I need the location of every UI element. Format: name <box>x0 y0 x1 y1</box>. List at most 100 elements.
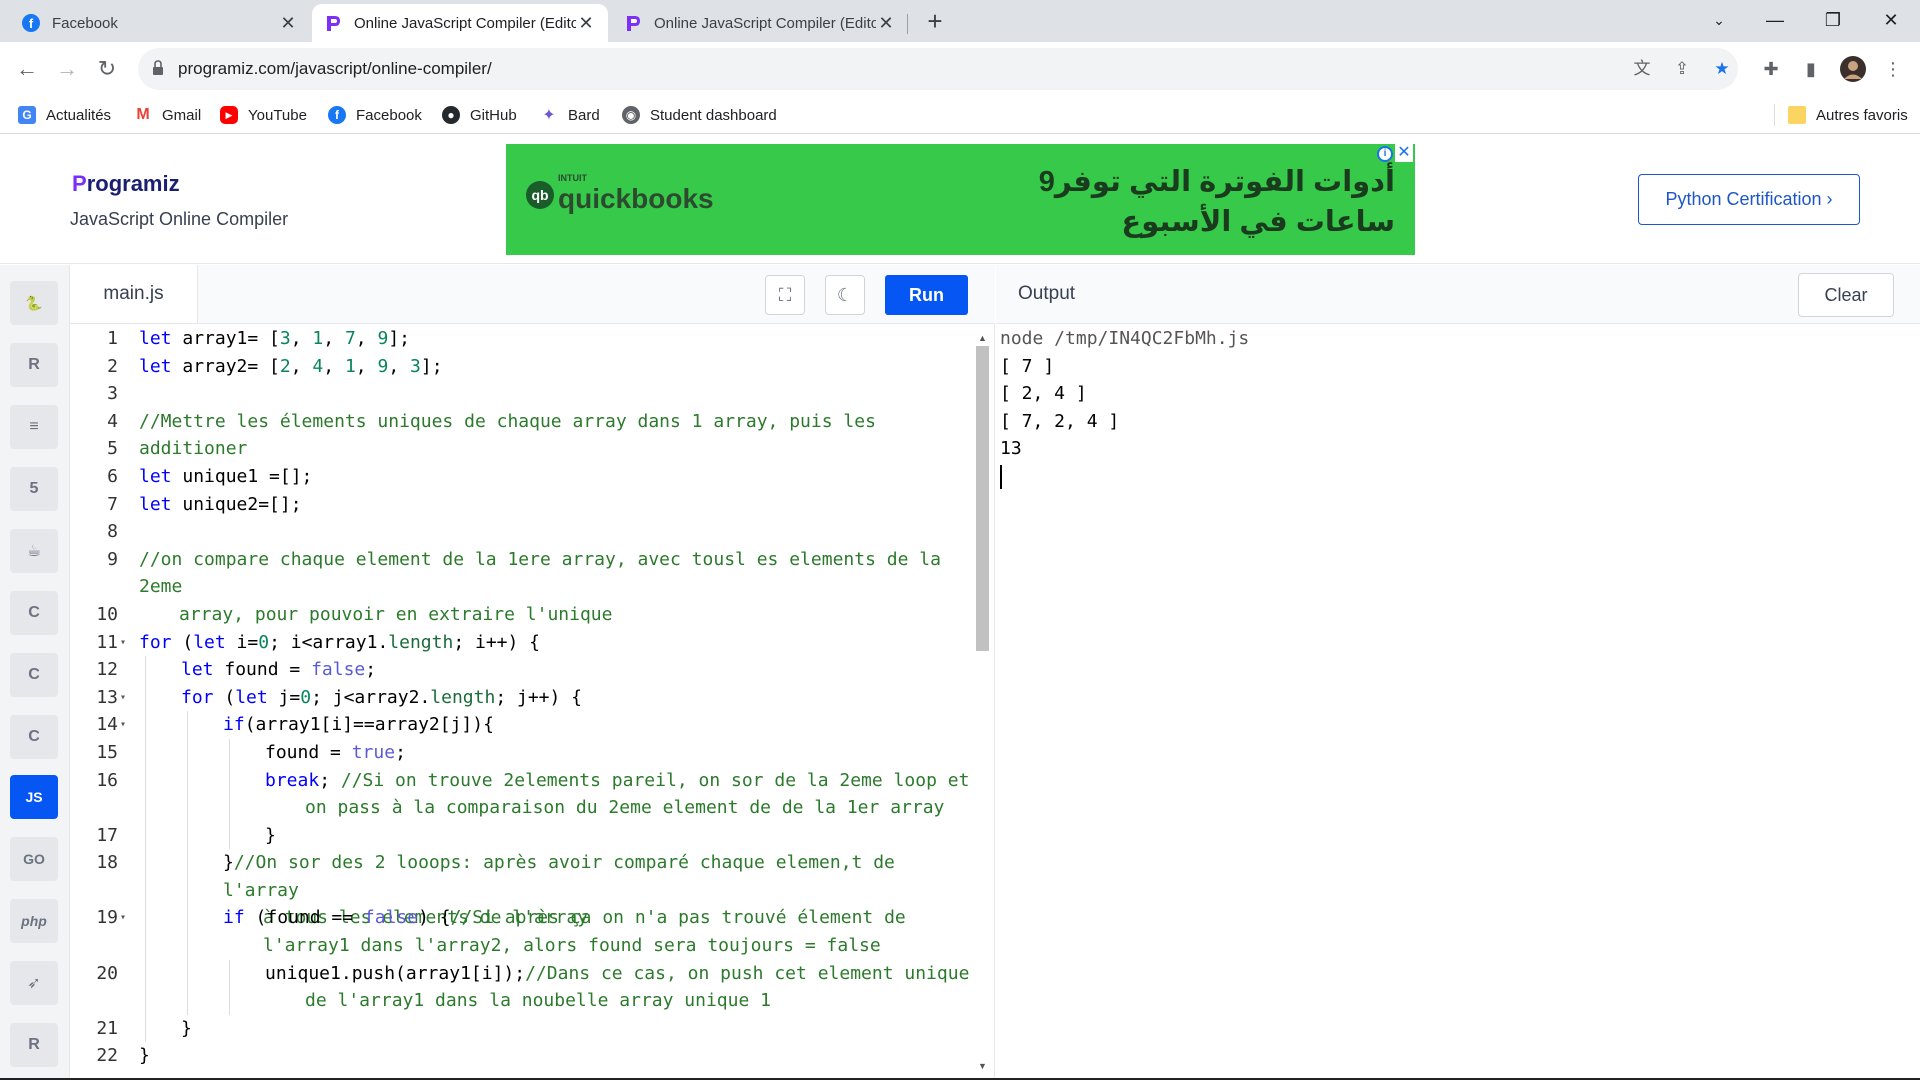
line-number: 2 <box>107 355 118 377</box>
go-icon[interactable]: GO <box>10 837 58 881</box>
line-number: 6 <box>107 465 118 487</box>
facebook-icon: f <box>328 106 346 124</box>
tab-title: Facebook <box>52 14 118 32</box>
bookmark-star-icon[interactable]: ★ <box>1710 57 1734 81</box>
bookmarks-bar: G Actualités M Gmail ▶ YouTube f Faceboo… <box>0 96 1920 134</box>
quickbooks-icon: qb <box>526 180 554 209</box>
reload-icon[interactable]: ↻ <box>92 54 122 84</box>
code-line: 8 <box>70 518 980 546</box>
php-icon[interactable]: php <box>10 899 58 943</box>
bookmark-github[interactable]: ● GitHub <box>442 104 517 126</box>
close-window-button[interactable]: ✕ <box>1864 0 1918 40</box>
line-number: 20 <box>96 962 118 984</box>
code-line: 21} <box>70 1014 980 1043</box>
share-icon[interactable]: ⇪ <box>1670 57 1694 81</box>
bookmark-student-dashboard[interactable]: ◉ Student dashboard <box>622 104 777 126</box>
bookmark-label: Student dashboard <box>650 106 777 124</box>
ad-info-icon[interactable]: i <box>1377 146 1393 162</box>
close-tab-icon[interactable]: ✕ <box>576 13 596 34</box>
java-icon[interactable]: ☕ <box>10 529 58 573</box>
bookmark-gmail[interactable]: M Gmail <box>134 104 201 126</box>
line-number: 21 <box>96 1017 118 1039</box>
fold-toggle-icon[interactable]: ▾ <box>120 711 126 739</box>
code-line: 3 <box>70 380 980 408</box>
browser-tab-compiler[interactable]: Online JavaScript Compiler (Edito ✕ <box>612 4 908 42</box>
r-icon[interactable]: R <box>10 343 58 387</box>
indent-guide <box>145 656 146 684</box>
line-number: 13 <box>96 686 118 708</box>
scroll-down-icon[interactable]: ▼ <box>978 1061 987 1071</box>
code-text: let found = false; <box>181 659 377 681</box>
csharp-icon[interactable]: C <box>10 715 58 759</box>
tab-search-icon[interactable]: ⌄ <box>1692 0 1746 40</box>
back-icon[interactable]: ← <box>12 54 42 84</box>
close-tab-icon[interactable]: ✕ <box>876 13 896 34</box>
code-line: 17} <box>70 821 980 850</box>
new-tab-button[interactable]: + <box>920 6 950 36</box>
indent-guide <box>145 711 146 739</box>
code-line: 19 ▾ if (found == false) {//Si après ça on… <box>70 904 980 960</box>
output-label: Output <box>1018 283 1076 304</box>
url-text: programiz.com/javascript/online-compiler… <box>178 59 492 78</box>
bookmark-bard[interactable]: ✦ Bard <box>540 104 600 126</box>
code-line: 7 let unique2=[]; <box>70 491 980 519</box>
address-bar[interactable]: programiz.com/javascript/online-compiler… <box>138 48 1738 90</box>
code-area[interactable]: 1 let array1= [3, 1, 7, 9]; 2 let array2= [… <box>70 325 980 1080</box>
programiz-logo[interactable]: Programiz <box>72 171 180 197</box>
cpp-icon[interactable]: C <box>10 653 58 697</box>
forward-icon[interactable]: → <box>52 54 82 84</box>
menu-icon[interactable]: ⋮ <box>1878 54 1908 84</box>
rust-icon[interactable]: R <box>10 1023 58 1067</box>
file-tab-main-js[interactable]: main.js <box>70 265 198 323</box>
student-dashboard-icon: ◉ <box>622 106 640 124</box>
output-line: [ 2, 4 ] <box>1000 383 1087 405</box>
python-icon[interactable]: 🐍 <box>10 281 58 325</box>
code-line: 4//Mettre les élements uniques de chaque… <box>70 408 980 460</box>
restore-button[interactable]: ❐ <box>1806 0 1860 40</box>
html5-icon[interactable]: 5 <box>10 467 58 511</box>
code-line: 10 <box>70 601 980 629</box>
bookmark-other-folder[interactable]: Autres favoris <box>1788 104 1908 126</box>
browser-tab-compiler-active[interactable]: Online JavaScript Compiler (Edito ✕ <box>312 4 608 42</box>
code-text: if (found == false) {//Si après ça on n'… <box>223 907 906 957</box>
c-icon[interactable]: C <box>10 591 58 635</box>
editor-scroll-thumb[interactable] <box>976 346 989 651</box>
code-text: unique1.push(array1[i]);//Dans ce cas, o… <box>265 962 970 1012</box>
github-icon: ● <box>442 106 460 124</box>
bookmark-facebook[interactable]: f Facebook <box>328 104 422 126</box>
fold-toggle-icon[interactable]: ▾ <box>120 629 126 657</box>
tab-bar: f Facebook ✕ Online JavaScript Compiler … <box>0 0 1920 42</box>
swift-icon[interactable]: ➶ <box>10 961 58 1005</box>
sql-icon[interactable]: ≡ <box>10 405 58 449</box>
bookmark-youtube[interactable]: ▶ YouTube <box>220 104 307 126</box>
page-subtitle: JavaScript Online Compiler <box>70 209 289 229</box>
side-panel-icon[interactable]: ▮ <box>1796 54 1826 84</box>
advertisement-banner[interactable]: qb INTUIT quickbooks أدوات الفوترة التي ت… <box>506 144 1415 255</box>
ad-close-icon[interactable]: ✕ <box>1395 144 1413 162</box>
programiz-icon <box>324 14 342 32</box>
output-console[interactable]: node /tmp/IN4QC2FbMh.js [ 7 ] [ 2, 4 ] [ 7… <box>1000 325 1249 491</box>
bookmark-actualites[interactable]: G Actualités <box>18 104 111 126</box>
output-line: [ 7 ] <box>1000 355 1055 377</box>
bookmark-label: Autres favoris <box>1816 106 1908 124</box>
ad-brand-small: INTUIT <box>558 173 587 183</box>
javascript-icon[interactable]: JS <box>10 775 58 819</box>
scroll-up-icon[interactable]: ▲ <box>978 333 987 343</box>
fullscreen-icon[interactable]: ⛶ <box>765 275 805 315</box>
fold-toggle-icon[interactable]: ▾ <box>120 904 126 932</box>
translate-icon[interactable]: 文 <box>1630 57 1654 81</box>
run-button[interactable]: Run <box>885 275 968 315</box>
extensions-icon[interactable]: ✚ <box>1756 54 1786 84</box>
close-tab-icon[interactable]: ✕ <box>278 13 298 34</box>
bard-icon: ✦ <box>540 106 558 124</box>
profile-avatar[interactable] <box>1838 54 1868 84</box>
output-line: [ 7, 2, 4 ] <box>1000 410 1120 432</box>
minimize-button[interactable]: — <box>1748 0 1802 40</box>
line-number: 10 <box>96 603 118 625</box>
python-certification-button[interactable]: Python Certification › <box>1638 174 1860 225</box>
fold-toggle-icon[interactable]: ▾ <box>120 684 126 712</box>
clear-button[interactable]: Clear <box>1798 273 1894 317</box>
dark-mode-icon[interactable]: ☾ <box>825 275 865 315</box>
browser-tab-facebook[interactable]: f Facebook ✕ <box>10 4 310 42</box>
code-text: let array1= [3, 1, 7, 9]; <box>139 328 411 349</box>
